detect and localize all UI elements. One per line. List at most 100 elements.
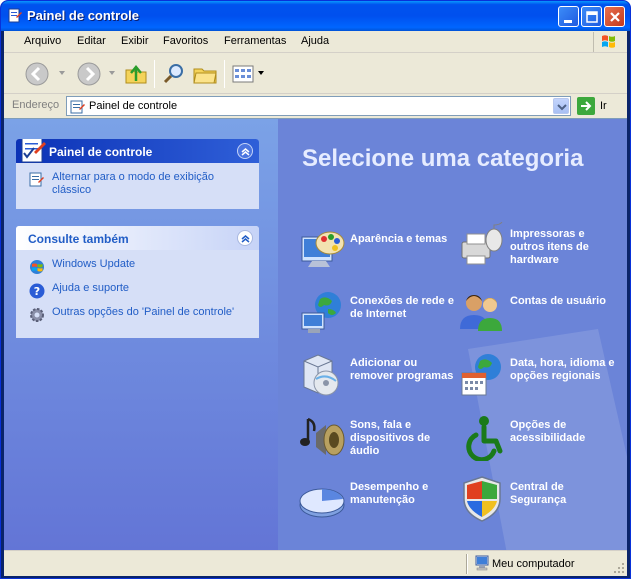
minimize-icon	[564, 20, 572, 23]
address-label: Endereço	[12, 99, 60, 111]
menu-ajuda[interactable]: Ajuda	[301, 35, 329, 47]
go-button[interactable]: Ir	[600, 100, 607, 112]
window-frame: Arquivo Editar Exibir Favoritos Ferramen…	[4, 31, 627, 576]
category-pane: Selecione uma categoria Aparência e tema…	[278, 119, 627, 550]
status-separator	[466, 554, 468, 574]
classic-view-icon	[29, 172, 44, 187]
help-icon: ?	[29, 283, 45, 299]
category-label: Conexões de rede e de Internet	[350, 295, 454, 320]
help-support-link[interactable]: ? Ajuda e suporte	[28, 282, 249, 302]
category-label: Central de Segurança	[510, 481, 567, 506]
category-security-center[interactable]: Central de Segurança	[458, 475, 623, 531]
date-time-icon	[461, 354, 501, 396]
close-button[interactable]	[604, 6, 625, 27]
menu-exibir[interactable]: Exibir	[121, 35, 149, 47]
address-value: Painel de controle	[89, 100, 178, 112]
help-support-label: Ajuda e suporte	[52, 282, 130, 294]
close-icon	[610, 12, 620, 22]
switch-classic-view-label: Alternar para o modo de exibição clássic…	[52, 171, 215, 196]
control-panel-icon	[21, 139, 46, 163]
category-label: Contas de usuário	[510, 295, 606, 307]
folders-icon[interactable]	[192, 61, 218, 87]
control-panel-body: Alternar para o modo de exibição clássic…	[16, 163, 259, 209]
see-also-header[interactable]: Consulte também	[16, 226, 259, 250]
menu-ferramentas[interactable]: Ferramentas	[224, 35, 286, 47]
category-add-remove-programs[interactable]: Adicionar ou remover programas	[298, 351, 463, 407]
maximize-icon	[586, 11, 598, 23]
see-also-body: Windows Update ? Ajuda e suporte Outras …	[16, 250, 259, 338]
search-icon[interactable]	[161, 61, 187, 87]
views-icon[interactable]	[230, 61, 256, 87]
category-appearance[interactable]: Aparência e temas	[298, 227, 463, 283]
content-area: Painel de controle Alternar para o modo …	[4, 118, 627, 550]
collapse-button[interactable]	[237, 143, 253, 159]
resize-grip-icon[interactable]	[613, 562, 625, 574]
address-dropdown-button[interactable]	[553, 98, 569, 114]
status-text: Meu computador	[492, 558, 575, 570]
collapse-button[interactable]	[237, 230, 253, 246]
address-input[interactable]: Painel de controle	[66, 96, 571, 116]
see-also-title: Consulte também	[28, 232, 129, 246]
category-date-time-regional[interactable]: Data, hora, idioma e opções regionais	[458, 351, 623, 407]
menu-favoritos[interactable]: Favoritos	[163, 35, 208, 47]
page-heading: Selecione uma categoria	[302, 145, 584, 172]
category-label: Data, hora, idioma e opções regionais	[510, 357, 615, 382]
windows-logo	[593, 32, 621, 52]
windows-update-icon	[30, 260, 44, 274]
category-sounds-audio[interactable]: Sons, fala e dispositivos de áudio	[298, 413, 463, 469]
task-pane: Painel de controle Alternar para o modo …	[4, 119, 278, 550]
go-arrow-icon[interactable]	[577, 97, 595, 115]
menu-editar[interactable]: Editar	[77, 35, 106, 47]
see-also-box: Consulte também Windows Update ? Ajuda e…	[16, 226, 259, 338]
menu-arquivo[interactable]: Arquivo	[24, 35, 61, 47]
control-panel-box: Painel de controle Alternar para o modo …	[16, 139, 259, 209]
maximize-button[interactable]	[581, 6, 602, 27]
sound-icon	[300, 417, 345, 456]
category-label: Aparência e temas	[350, 233, 448, 245]
category-label: Opções de acessibilidade	[510, 419, 586, 444]
menu-bar: Arquivo Editar Exibir Favoritos Ferramen…	[4, 31, 627, 53]
up-folder-icon[interactable]	[123, 61, 149, 87]
category-printers-hardware[interactable]: Impressoras e outros itens de hardware	[458, 222, 623, 278]
toolbar-separator	[154, 60, 155, 88]
minimize-button[interactable]	[558, 6, 579, 27]
category-label: Impressoras e outros itens de hardware	[510, 228, 589, 266]
title-bar[interactable]: Painel de controle	[1, 1, 630, 31]
svg-text:?: ?	[34, 285, 40, 298]
category-user-accounts[interactable]: Contas de usuário	[458, 289, 623, 345]
control-panel-icon	[70, 100, 85, 114]
control-panel-window: Painel de controle Arquivo Editar Exibir…	[0, 0, 631, 579]
accessibility-icon	[466, 416, 503, 461]
add-remove-icon	[303, 354, 339, 396]
back-icon[interactable]	[24, 61, 50, 87]
back-dropdown-icon[interactable]	[59, 71, 65, 75]
users-icon	[460, 295, 502, 331]
status-bar: Meu computador	[4, 550, 627, 576]
performance-icon	[299, 488, 345, 518]
control-panel-header[interactable]: Painel de controle	[16, 139, 259, 163]
windows-update-link[interactable]: Windows Update	[28, 258, 249, 278]
double-chevron-up-icon	[241, 148, 250, 156]
control-panel-title: Painel de controle	[49, 145, 153, 159]
category-performance-maintenance[interactable]: Desempenho e manutenção	[298, 475, 463, 531]
my-computer-icon	[475, 555, 489, 571]
toolbar	[4, 54, 627, 94]
other-options-link[interactable]: Outras opções do 'Painel de controle'	[28, 306, 249, 326]
printer-icon	[461, 222, 503, 265]
appearance-icon	[301, 231, 345, 267]
category-label: Sons, fala e dispositivos de áudio	[350, 419, 431, 457]
gear-icon	[30, 308, 44, 322]
forward-icon[interactable]	[76, 61, 102, 87]
category-network[interactable]: Conexões de rede e de Internet	[298, 289, 463, 345]
category-label: Desempenho e manutenção	[350, 481, 429, 506]
views-dropdown-icon[interactable]	[258, 71, 264, 75]
chevron-down-icon	[557, 104, 567, 111]
address-bar: Endereço Painel de controle Ir	[4, 95, 627, 117]
forward-dropdown-icon[interactable]	[109, 71, 115, 75]
control-panel-icon	[8, 8, 22, 23]
toolbar-separator	[224, 60, 225, 88]
network-icon	[301, 292, 341, 333]
switch-classic-view-link[interactable]: Alternar para o modo de exibição clássic…	[28, 171, 249, 197]
category-accessibility[interactable]: Opções de acessibilidade	[458, 413, 623, 469]
other-options-label: Outras opções do 'Painel de controle'	[52, 306, 235, 318]
